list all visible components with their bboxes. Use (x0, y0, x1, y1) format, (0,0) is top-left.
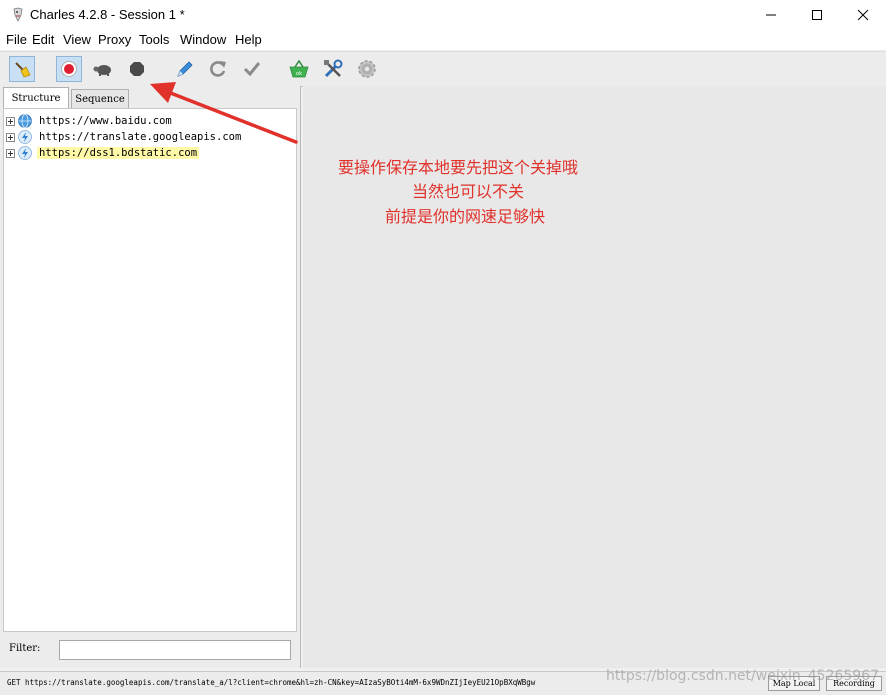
expand-icon[interactable] (6, 132, 15, 142)
breakpoints-button[interactable] (124, 56, 150, 82)
throttle-button[interactable] (90, 56, 116, 82)
menu-bar: File Edit View Proxy Tools Window Help (0, 30, 886, 50)
menu-file[interactable]: File (6, 32, 27, 47)
tree-row[interactable]: https://www.baidu.com (6, 113, 174, 129)
compose-button[interactable] (171, 56, 197, 82)
gear-icon (358, 60, 376, 78)
tree-row[interactable]: https://dss1.bdstatic.com (6, 145, 200, 161)
annotation-line-1: 要操作保存本地要先把这个关掉哦 (338, 158, 579, 177)
tab-structure[interactable]: Structure (3, 87, 69, 109)
structure-panel: Structure Sequence https://www.baidu.com… (0, 86, 301, 668)
watermark: https://blog.csdn.net/weixin_45265967 (606, 668, 880, 684)
tab-sequence[interactable]: Sequence (71, 89, 129, 109)
menu-window[interactable]: Window (180, 32, 226, 47)
close-icon (857, 9, 869, 21)
menu-help[interactable]: Help (235, 32, 262, 47)
window-title: Charles 4.2.8 - Session 1 * (30, 7, 185, 22)
minimize-button[interactable] (748, 0, 794, 30)
settings-button[interactable] (354, 56, 380, 82)
host-label: https://www.baidu.com (39, 115, 172, 127)
tools-button[interactable] (320, 56, 346, 82)
broom-icon (15, 62, 31, 78)
filter-label: Filter: (9, 643, 41, 654)
filter-input[interactable] (59, 640, 291, 660)
check-icon (243, 62, 261, 77)
tree-row[interactable]: https://translate.googleapis.com (6, 129, 243, 145)
pen-icon (177, 61, 193, 77)
validate-button[interactable] (239, 56, 265, 82)
shopping-basket-button[interactable]: ok (286, 56, 312, 82)
detail-panel: 要操作保存本地要先把这个关掉哦 当然也可以不关 前提是你的网速足够快 (303, 86, 886, 668)
host-tree: https://www.baidu.com https://translate.… (3, 108, 297, 632)
title-bar: Charles 4.2.8 - Session 1 * (0, 0, 886, 30)
tools-icon (324, 59, 343, 78)
basket-badge: ok (296, 71, 302, 77)
record-button[interactable] (56, 56, 82, 82)
refresh-icon (210, 61, 226, 77)
menu-view[interactable]: View (63, 32, 91, 47)
menu-proxy[interactable]: Proxy (98, 32, 131, 47)
lightning-icon (18, 146, 32, 160)
stop-icon (130, 62, 144, 76)
repeat-button[interactable] (205, 56, 231, 82)
clear-session-button[interactable] (9, 56, 35, 82)
basket-icon: ok (289, 59, 309, 78)
toolbar: ok (0, 51, 886, 87)
annotation-line-3: 前提是你的网速足够快 (385, 207, 546, 226)
lightning-icon (18, 130, 32, 144)
charles-app-icon (13, 7, 23, 22)
annotation-line-2: 当然也可以不关 (412, 182, 525, 201)
menu-tools[interactable]: Tools (139, 32, 169, 47)
maximize-icon (812, 10, 822, 20)
host-label: https://dss1.bdstatic.com (37, 147, 200, 159)
turtle-icon (93, 65, 111, 76)
expand-icon[interactable] (6, 148, 15, 158)
expand-icon[interactable] (6, 116, 15, 126)
globe-icon (18, 114, 32, 128)
maximize-button[interactable] (794, 0, 840, 30)
menu-edit[interactable]: Edit (32, 32, 54, 47)
status-request-text: GET https://translate.googleapis.com/tra… (7, 678, 536, 687)
host-label: https://translate.googleapis.com (39, 131, 242, 143)
record-icon (61, 61, 77, 77)
minimize-icon (766, 14, 776, 16)
close-button[interactable] (840, 0, 886, 30)
